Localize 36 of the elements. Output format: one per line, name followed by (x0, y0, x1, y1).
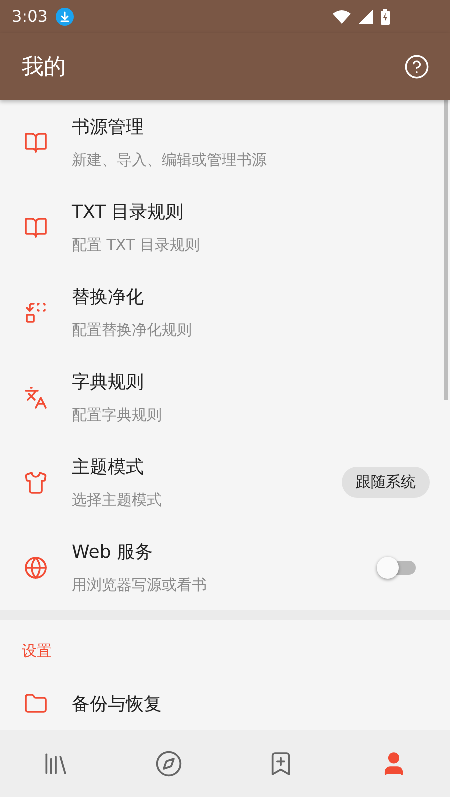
item-title: 主题模式 (72, 456, 145, 479)
wifi-icon (333, 10, 351, 24)
download-icon (56, 8, 74, 26)
item-title: 字典规则 (72, 371, 145, 394)
help-icon[interactable] (404, 54, 430, 80)
globe-icon (24, 556, 48, 580)
item-title: 替换净化 (72, 286, 145, 309)
item-subtitle: 配置字典规则 (72, 406, 163, 425)
status-time: 3:03 (12, 7, 48, 26)
translate-icon (24, 386, 48, 410)
item-subtitle: 选择主题模式 (72, 491, 163, 510)
settings-row[interactable]: 字典规则 配置字典规则 (0, 355, 450, 440)
replace-icon (24, 300, 48, 324)
settings-row[interactable]: 备份与恢复 (0, 661, 450, 730)
settings-row[interactable]: 主题模式 选择主题模式 跟随系统 (0, 440, 450, 525)
theme-mode-chip[interactable]: 跟随系统 (342, 467, 430, 498)
item-title: Web 服务 (72, 541, 154, 564)
section-header: 设置 (21, 641, 53, 661)
battery-icon (381, 8, 390, 24)
book-icon (24, 130, 48, 154)
folder-icon (24, 692, 48, 716)
item-title: TXT 目录规则 (72, 201, 185, 224)
item-subtitle: 新建、导入、编辑或管理书源 (72, 151, 268, 170)
settings-row[interactable]: 替换净化 配置替换净化规则 (0, 270, 450, 355)
item-subtitle: 配置替换净化规则 (72, 321, 193, 340)
signal-icon (359, 10, 373, 24)
item-subtitle: 用浏览器写源或看书 (72, 576, 208, 595)
item-subtitle: 配置 TXT 目录规则 (72, 236, 201, 255)
shirt-icon (24, 470, 48, 494)
settings-row[interactable]: Web 服务 用浏览器写源或看书 (0, 525, 450, 610)
settings-row[interactable]: TXT 目录规则 配置 TXT 目录规则 (0, 185, 450, 270)
item-title: 书源管理 (72, 116, 145, 139)
settings-row[interactable]: 书源管理 新建、导入、编辑或管理书源 (0, 100, 450, 185)
item-title: 备份与恢复 (72, 692, 163, 716)
page-title: 我的 (22, 54, 66, 82)
book-icon (24, 216, 48, 240)
